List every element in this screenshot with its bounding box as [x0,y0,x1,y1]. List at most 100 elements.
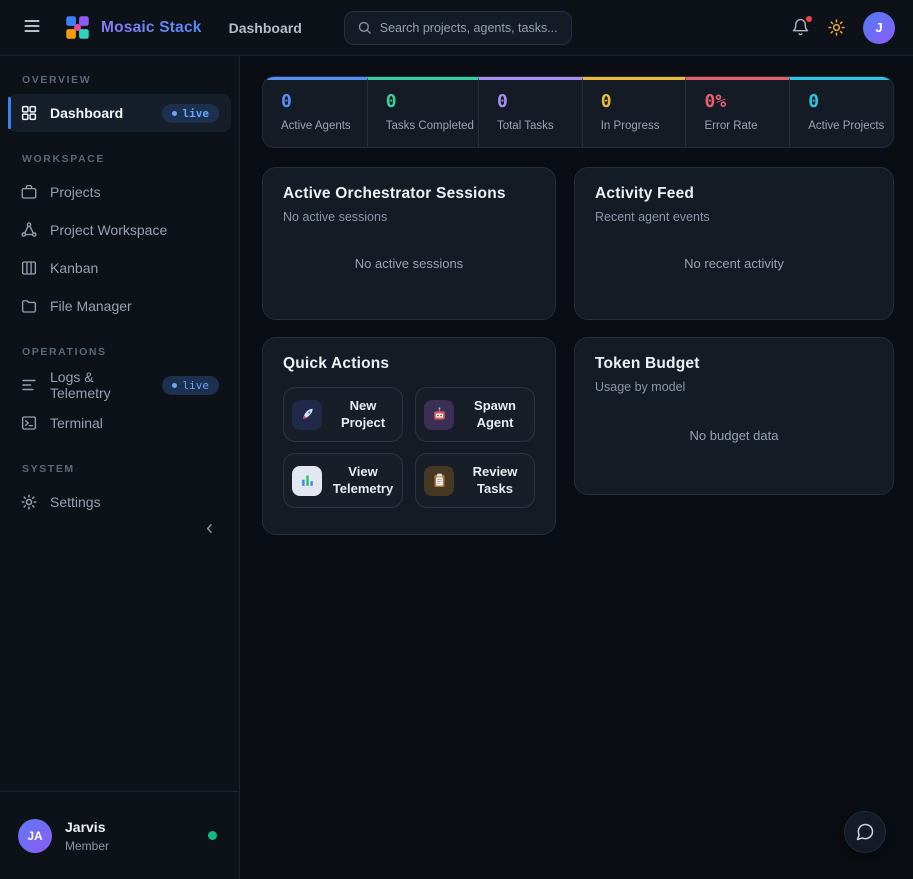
new-project-button[interactable]: New Project [283,387,403,442]
sidebar-item-settings[interactable]: Settings [8,483,231,521]
cards-grid: Active Orchestrator Sessions No active s… [262,167,894,535]
sidebar-collapse-button[interactable] [202,521,217,539]
card-title: Quick Actions [283,355,535,373]
sidebar-item-label: Settings [50,494,101,510]
rocket-icon [292,400,322,430]
card-title: Activity Feed [595,185,873,203]
sidebar-item-terminal[interactable]: Terminal [8,404,231,442]
card-subtitle: Usage by model [595,380,873,394]
topbar-actions: J [791,12,895,44]
card-subtitle: No active sessions [283,210,535,224]
view-telemetry-button[interactable]: View Telemetry [283,453,403,508]
sidebar-item-label: Kanban [50,260,98,276]
avatar-initials: JA [27,829,42,843]
stat-in-progress: 0 In Progress [582,77,686,147]
stat-active-agents: 0 Active Agents [263,77,367,147]
briefcase-icon [20,183,38,201]
user-avatar[interactable]: J [863,12,895,44]
stat-error-rate: 0% Error Rate [685,77,789,147]
activity-feed-card: Activity Feed Recent agent events No rec… [574,167,894,320]
empty-state-text: No active sessions [283,224,535,302]
stat-label: Tasks Completed [386,120,474,132]
sidebar-item-project-workspace[interactable]: Project Workspace [8,211,231,249]
action-label: Spawn Agent [464,398,526,432]
stat-value: 0 [497,93,578,111]
search-icon [357,20,372,35]
chat-button[interactable] [844,811,886,853]
user-name: Jarvis [65,819,109,835]
section-label-overview: OVERVIEW [22,74,217,86]
network-icon [20,221,38,239]
clipboard-icon [424,466,454,496]
search-box[interactable] [344,11,572,45]
stat-label: Error Rate [704,120,785,132]
user-avatar-small: JA [18,819,52,853]
sidebar-item-label: Terminal [50,415,103,431]
sidebar-item-file-manager[interactable]: File Manager [8,287,231,325]
search-input[interactable] [380,21,559,35]
terminal-icon [20,414,38,432]
stats-row: 0 Active Agents 0 Tasks Completed 0 Tota… [262,76,894,148]
sidebar-item-label: Project Workspace [50,222,167,238]
live-badge: live [162,104,220,123]
user-role: Member [65,839,109,853]
stat-active-projects: 0 Active Projects [789,77,893,147]
review-tasks-button[interactable]: Review Tasks [415,453,535,508]
sidebar-user-panel[interactable]: JA Jarvis Member [0,791,239,879]
stat-total-tasks: 0 Total Tasks [478,77,582,147]
avatar-initial: J [875,20,882,35]
notification-dot [806,16,812,22]
action-label: New Project [332,398,394,432]
card-title: Active Orchestrator Sessions [283,185,535,203]
quick-actions-grid: New Project Spawn Agent [283,387,535,508]
stat-label: Total Tasks [497,120,578,132]
sidebar-item-kanban[interactable]: Kanban [8,249,231,287]
folder-icon [20,297,38,315]
hamburger-icon [22,16,42,39]
sessions-card: Active Orchestrator Sessions No active s… [262,167,556,320]
empty-state-text: No recent activity [595,224,873,302]
notifications-button[interactable] [791,18,810,37]
sun-icon [827,18,846,37]
stat-value: 0 [281,93,363,111]
sidebar-item-label: Dashboard [50,105,123,121]
sidebar-item-logs-telemetry[interactable]: Logs & Telemetry live [8,366,231,404]
theme-toggle-button[interactable] [827,18,846,37]
online-status-dot [208,831,217,840]
section-label-system: SYSTEM [22,463,217,475]
action-label: View Telemetry [332,464,394,498]
section-label-operations: OPERATIONS [22,346,217,358]
chart-icon [292,466,322,496]
quick-actions-card: Quick Actions New Project [262,337,556,535]
chevron-left-icon [202,524,217,539]
token-budget-card: Token Budget Usage by model No budget da… [574,337,894,495]
settings-icon [20,493,38,511]
stat-value: 0 [808,93,889,111]
logs-icon [20,376,38,394]
spawn-agent-button[interactable]: Spawn Agent [415,387,535,442]
app-logo-icon [64,14,91,41]
sidebar-item-label: File Manager [50,298,132,314]
stat-label: Active Projects [808,120,889,132]
empty-state-text: No budget data [595,394,873,477]
action-label: Review Tasks [464,464,526,498]
stat-tasks-completed: 0 Tasks Completed [367,77,478,147]
sidebar-item-dashboard[interactable]: Dashboard live [8,94,231,132]
live-badge: live [162,376,220,395]
robot-icon [424,400,454,430]
stat-value: 0 [601,93,682,111]
main-content: 0 Active Agents 0 Tasks Completed 0 Tota… [240,56,913,879]
sidebar-item-label: Logs & Telemetry [50,369,150,401]
stat-label: In Progress [601,120,682,132]
menu-toggle-button[interactable] [16,10,48,45]
stat-value: 0% [704,93,785,111]
card-subtitle: Recent agent events [595,210,873,224]
sidebar-item-label: Projects [50,184,101,200]
chat-bubble-icon [855,822,875,842]
grid-icon [20,104,38,122]
stat-label: Active Agents [281,120,363,132]
top-bar: Mosaic Stack Dashboard J [0,0,913,56]
stat-value: 0 [386,93,474,111]
breadcrumb: Dashboard [229,20,302,36]
sidebar-item-projects[interactable]: Projects [8,173,231,211]
